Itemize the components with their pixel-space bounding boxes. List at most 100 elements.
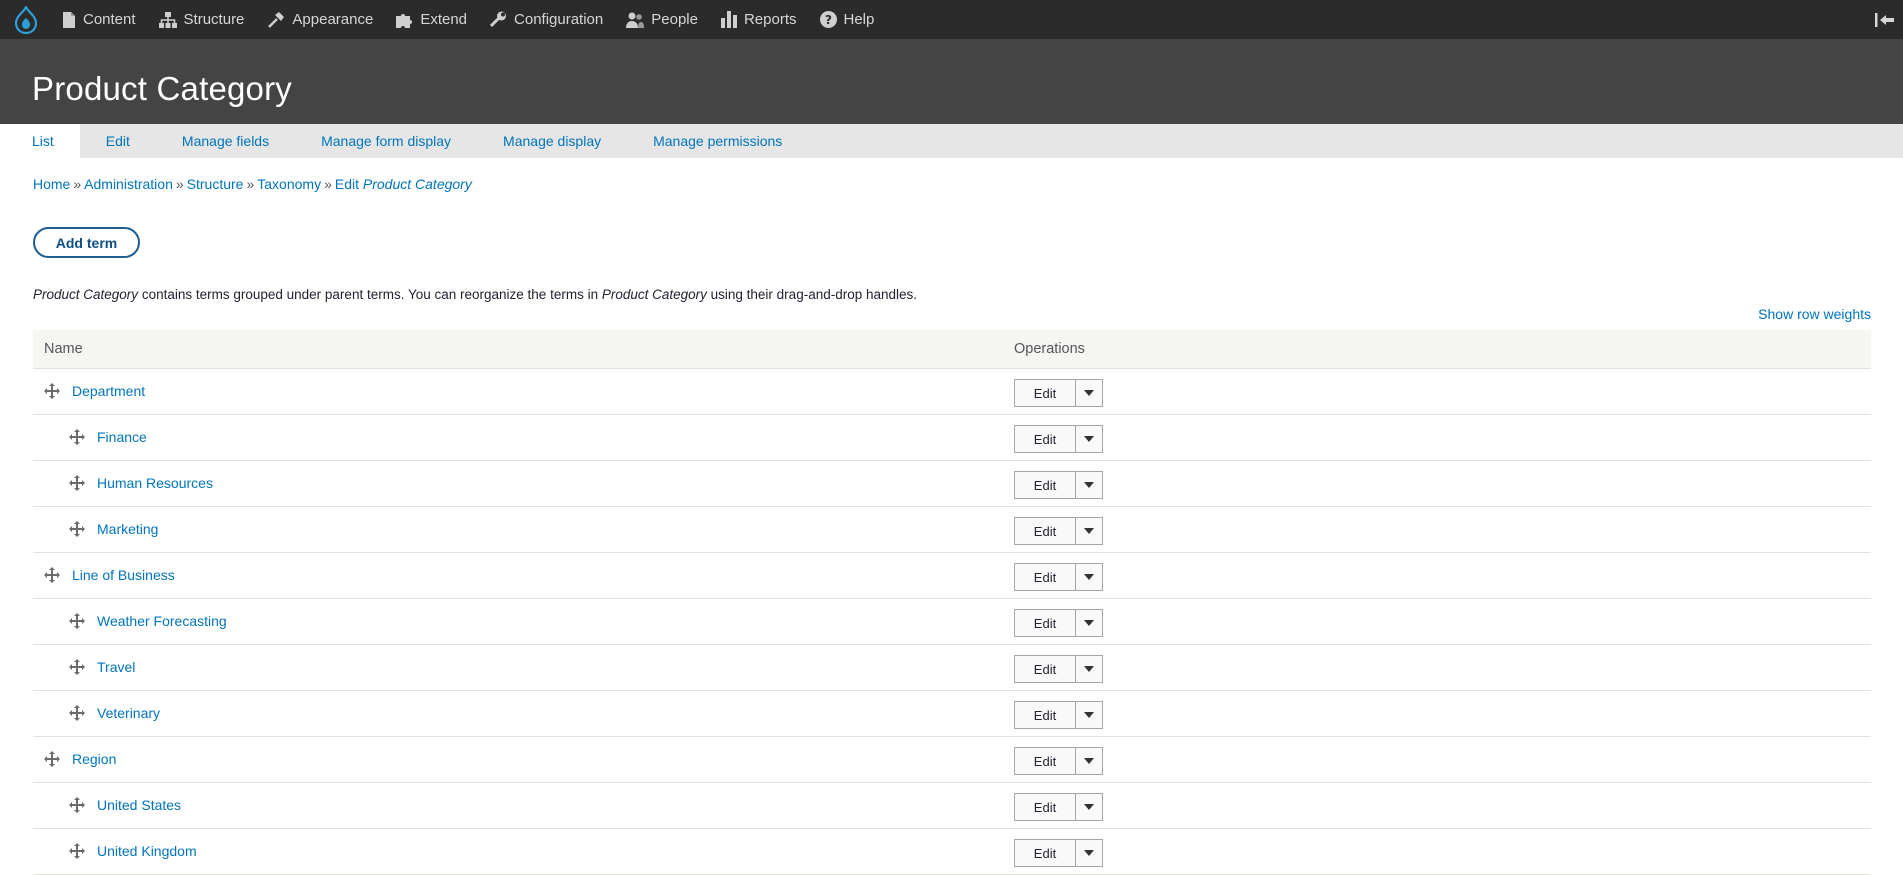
toolbar-configuration[interactable]: Configuration — [480, 0, 616, 39]
toolbar-extend[interactable]: Extend — [386, 0, 480, 39]
terms-table: Name Operations Department Edit Finance Edi… — [33, 330, 1871, 875]
breadcrumb-edit-vocabulary[interactable]: Edit Product Category — [335, 176, 472, 192]
people-icon — [626, 12, 645, 28]
drag-handle-icon[interactable] — [44, 383, 60, 399]
drag-handle-icon[interactable] — [69, 429, 85, 445]
table-row: Travel Edit — [33, 645, 1871, 691]
operations-dropbutton: Edit — [1014, 471, 1103, 499]
dropbutton-toggle[interactable] — [1076, 609, 1103, 637]
edit-button[interactable]: Edit — [1014, 517, 1076, 545]
toolbar-item-label: Content — [83, 11, 136, 28]
dropbutton-toggle[interactable] — [1076, 747, 1103, 775]
edit-button[interactable]: Edit — [1014, 379, 1076, 407]
toolbar-item-label: People — [651, 11, 698, 28]
drag-handle-icon[interactable] — [44, 751, 60, 767]
table-row: Marketing Edit — [33, 507, 1871, 553]
dropbutton-toggle[interactable] — [1076, 839, 1103, 867]
drag-handle-icon[interactable] — [69, 659, 85, 675]
dropbutton-toggle[interactable] — [1076, 379, 1103, 407]
tab-manage-form-display[interactable]: Manage form display — [295, 124, 477, 158]
toolbar-reports[interactable]: Reports — [711, 0, 810, 39]
puzzle-icon — [396, 13, 413, 28]
term-name-link[interactable]: Region — [72, 751, 116, 767]
term-name-link[interactable]: Finance — [97, 429, 147, 445]
table-row: United States Edit — [33, 783, 1871, 829]
operations-dropbutton: Edit — [1014, 747, 1103, 775]
tab-manage-display[interactable]: Manage display — [477, 124, 627, 158]
edit-button[interactable]: Edit — [1014, 563, 1076, 591]
term-name-link[interactable]: Weather Forecasting — [97, 613, 227, 629]
breadcrumb: Home» Administration» Structure» Taxonomy» E… — [33, 176, 472, 192]
drag-handle-icon[interactable] — [69, 797, 85, 813]
collapse-toolbar-icon — [1875, 12, 1894, 27]
show-row-weights-link[interactable]: Show row weights — [1758, 306, 1871, 322]
toolbar-item-label: Configuration — [514, 11, 604, 28]
dropbutton-toggle[interactable] — [1076, 793, 1103, 821]
drag-handle-icon[interactable] — [69, 521, 85, 537]
term-name-link[interactable]: Line of Business — [72, 567, 175, 583]
term-name-link[interactable]: Department — [72, 383, 145, 399]
description-text: contains terms grouped under parent term… — [138, 287, 602, 302]
drag-handle-icon[interactable] — [69, 475, 85, 491]
dropbutton-toggle[interactable] — [1076, 471, 1103, 499]
term-name-link[interactable]: Travel — [97, 659, 135, 675]
table-header: Name Operations — [33, 330, 1871, 369]
dropbutton-toggle[interactable] — [1076, 655, 1103, 683]
edit-button[interactable]: Edit — [1014, 839, 1076, 867]
admin-toolbar: Content Structure Appearance Extend Conf… — [0, 0, 1903, 39]
term-name-link[interactable]: United States — [97, 797, 181, 813]
table-row: Weather Forecasting Edit — [33, 599, 1871, 645]
tab-edit[interactable]: Edit — [80, 124, 156, 158]
toolbar-people[interactable]: People — [616, 0, 711, 39]
toolbar-help[interactable]: ? Help — [810, 0, 888, 39]
operations-dropbutton: Edit — [1014, 517, 1103, 545]
breadcrumb-taxonomy[interactable]: Taxonomy — [257, 176, 321, 192]
term-name-link[interactable]: Marketing — [97, 521, 158, 537]
breadcrumb-home[interactable]: Home — [33, 176, 70, 192]
drag-handle-icon[interactable] — [44, 567, 60, 583]
drupal-logo-icon[interactable] — [0, 0, 52, 39]
page-title: Product Category — [32, 70, 292, 107]
operations-dropbutton: Edit — [1014, 839, 1103, 867]
primary-tabs: List Edit Manage fields Manage form disp… — [0, 124, 1903, 158]
edit-button[interactable]: Edit — [1014, 425, 1076, 453]
edit-button[interactable]: Edit — [1014, 747, 1076, 775]
tab-list[interactable]: List — [0, 124, 80, 158]
add-term-button[interactable]: Add term — [33, 227, 140, 258]
operations-dropbutton: Edit — [1014, 609, 1103, 637]
description-vocabulary-name: Product Category — [601, 287, 707, 302]
description-text: using their drag-and-drop handles. — [706, 287, 918, 302]
toolbar-appearance[interactable]: Appearance — [257, 0, 386, 39]
caret-down-icon — [1084, 528, 1094, 534]
dropbutton-toggle[interactable] — [1076, 701, 1103, 729]
sitemap-icon — [158, 11, 177, 28]
dropbutton-toggle[interactable] — [1076, 563, 1103, 591]
caret-down-icon — [1084, 712, 1094, 718]
dropbutton-toggle[interactable] — [1076, 517, 1103, 545]
table-row: Human Resources Edit — [33, 461, 1871, 507]
tab-manage-fields[interactable]: Manage fields — [156, 124, 295, 158]
page-header: Product Category — [0, 39, 1903, 124]
toolbar-content[interactable]: Content — [52, 0, 149, 39]
breadcrumb-administration[interactable]: Administration — [84, 176, 173, 192]
caret-down-icon — [1084, 482, 1094, 488]
table-row: Veterinary Edit — [33, 691, 1871, 737]
term-name-link[interactable]: Human Resources — [97, 475, 213, 491]
term-name-link[interactable]: Veterinary — [97, 705, 160, 721]
drag-handle-icon[interactable] — [69, 843, 85, 859]
breadcrumb-structure[interactable]: Structure — [187, 176, 244, 192]
edit-button[interactable]: Edit — [1014, 471, 1076, 499]
edit-button[interactable]: Edit — [1014, 609, 1076, 637]
toolbar-orientation-toggle[interactable] — [1875, 0, 1895, 39]
term-name-link[interactable]: United Kingdom — [97, 843, 197, 859]
edit-button[interactable]: Edit — [1014, 701, 1076, 729]
drag-handle-icon[interactable] — [69, 613, 85, 629]
table-row: United Kingdom Edit — [33, 829, 1871, 875]
dropbutton-toggle[interactable] — [1076, 425, 1103, 453]
tab-manage-permissions[interactable]: Manage permissions — [627, 124, 808, 158]
breadcrumb-separator: » — [246, 176, 255, 192]
edit-button[interactable]: Edit — [1014, 793, 1076, 821]
drag-handle-icon[interactable] — [69, 705, 85, 721]
toolbar-structure[interactable]: Structure — [149, 0, 258, 39]
edit-button[interactable]: Edit — [1014, 655, 1076, 683]
